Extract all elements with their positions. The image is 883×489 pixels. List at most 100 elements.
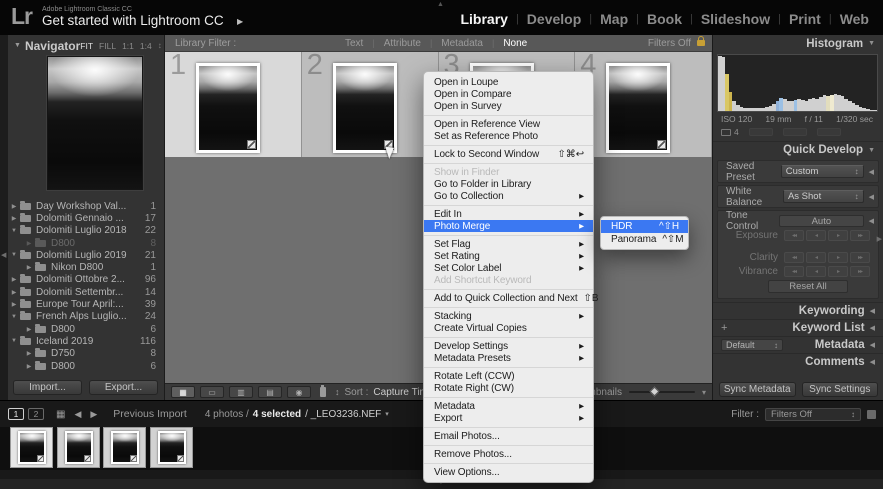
grid-view-icon[interactable]: ▦ bbox=[171, 386, 195, 398]
folder-row[interactable]: ▶ Dolomiti Settembr... 14 bbox=[8, 286, 163, 298]
menu-item-go-to-folder-in-library[interactable]: Go to Folder in Library bbox=[424, 178, 593, 190]
stepper-button[interactable]: ▸ bbox=[828, 251, 848, 263]
navigator-header[interactable]: ▼ Navigator FIT FILL 1:1 1:4 ↕ bbox=[8, 38, 163, 53]
quick-develop-collapse-icon[interactable]: ▼ bbox=[868, 147, 875, 154]
folder-disclosure-icon[interactable]: ▶ bbox=[8, 301, 20, 308]
survey-view-icon[interactable]: ▤ bbox=[258, 386, 282, 398]
menu-item-email-photos[interactable]: Email Photos... bbox=[424, 430, 593, 442]
stepper-button[interactable]: ▸▸ bbox=[850, 251, 870, 263]
zoom-mode-fill[interactable]: FILL bbox=[99, 41, 116, 51]
filter-option-metadata[interactable]: Metadata bbox=[441, 38, 483, 49]
folder-row[interactable]: ▶ D750 8 bbox=[8, 348, 163, 360]
reset-all-button[interactable]: Reset All bbox=[768, 280, 848, 293]
menu-item-create-virtual-copies[interactable]: Create Virtual Copies bbox=[424, 322, 593, 334]
identity-plate[interactable]: Get started with Lightroom CC bbox=[42, 13, 224, 28]
menu-item-open-in-compare[interactable]: Open in Compare bbox=[424, 88, 593, 100]
histogram-collapse-icon[interactable]: ▼ bbox=[868, 40, 875, 47]
export-button[interactable]: Export... bbox=[89, 380, 158, 395]
stepper-button[interactable]: ◂◂ bbox=[784, 265, 804, 277]
menu-item-view-options[interactable]: View Options... bbox=[424, 466, 593, 478]
module-print[interactable]: Print bbox=[781, 11, 829, 27]
filmstrip-lock-icon[interactable] bbox=[867, 409, 876, 419]
metadata-preset-dropdown[interactable]: Default ↕ bbox=[721, 339, 783, 351]
menu-item-panorama[interactable]: Panorama ^⇧M bbox=[601, 233, 688, 246]
histogram-header[interactable]: Histogram ▼ bbox=[713, 35, 883, 52]
menu-item-rotate-right-cw[interactable]: Rotate Right (CW) bbox=[424, 382, 593, 394]
previous-import-label[interactable]: Previous Import bbox=[113, 408, 187, 420]
menu-item-edit-in[interactable]: Edit In ▶ bbox=[424, 208, 593, 220]
zoom-mode-1:1[interactable]: 1:1 bbox=[122, 41, 134, 51]
filmstrip-thumbnail[interactable] bbox=[10, 427, 53, 468]
photo-thumbnail[interactable] bbox=[332, 63, 397, 153]
sync-metadata-button[interactable]: Sync Metadata bbox=[719, 382, 796, 397]
top-panel-collapse-icon[interactable]: ▲ bbox=[437, 1, 444, 8]
people-view-icon[interactable]: ◉ bbox=[287, 386, 311, 398]
menu-item-develop-settings[interactable]: Develop Settings ▶ bbox=[424, 340, 593, 352]
folder-row[interactable]: ▶ D800 8 bbox=[8, 237, 163, 249]
tone-control-expand-icon[interactable]: ◀ bbox=[869, 217, 874, 225]
filmstrip-thumbnail[interactable] bbox=[56, 427, 100, 468]
keyword-list-collapse-icon[interactable]: ◀ bbox=[870, 324, 875, 332]
folder-disclosure-icon[interactable]: ▶ bbox=[23, 326, 35, 333]
module-web[interactable]: Web bbox=[832, 11, 877, 27]
filter-option-attribute[interactable]: Attribute bbox=[384, 38, 421, 49]
photo-thumbnail[interactable] bbox=[196, 63, 260, 153]
filter-option-text[interactable]: Text bbox=[345, 38, 363, 49]
grid-cell-2[interactable]: 2 bbox=[301, 49, 439, 157]
stepper-button[interactable]: ▸ bbox=[828, 265, 848, 277]
folder-disclosure-icon[interactable]: ▼ bbox=[8, 252, 20, 258]
stepper-button[interactable]: ◂ bbox=[806, 251, 826, 263]
filmstrip-photo[interactable] bbox=[111, 431, 139, 464]
loupe-view-icon[interactable]: ▭ bbox=[200, 386, 224, 398]
folder-row[interactable]: ▶ D800 6 bbox=[8, 323, 163, 335]
grid-cell-4[interactable]: 4 bbox=[575, 49, 712, 157]
keywording-collapse-icon[interactable]: ◀ bbox=[870, 307, 875, 315]
folder-row[interactable]: ▶ Europe Tour April:... 39 bbox=[8, 298, 163, 310]
filmstrip-photo[interactable] bbox=[157, 431, 186, 464]
stepper-button[interactable]: ◂◂ bbox=[784, 229, 804, 241]
menu-item-metadata-presets[interactable]: Metadata Presets ▶ bbox=[424, 352, 593, 364]
menu-item-stacking[interactable]: Stacking ▶ bbox=[424, 310, 593, 322]
stepper-button[interactable]: ▸ bbox=[828, 229, 848, 241]
left-panel-collapse-icon[interactable]: ◀ bbox=[1, 251, 6, 259]
folder-row[interactable]: ▶ Dolomiti Gennaio ... 17 bbox=[8, 212, 163, 224]
folder-row[interactable]: ▶ Day Workshop Val... 1 bbox=[8, 200, 163, 212]
sort-direction-icon[interactable]: ↕ bbox=[335, 387, 340, 397]
folder-row[interactable]: ▼ French Alps Luglio... 24 bbox=[8, 311, 163, 323]
white-balance-expand-icon[interactable]: ◀ bbox=[869, 193, 874, 201]
zoom-mode-fit[interactable]: FIT bbox=[80, 41, 93, 51]
menu-item-open-in-reference-view[interactable]: Open in Reference View bbox=[424, 118, 593, 130]
white-balance-dropdown[interactable]: As Shot ↕ bbox=[782, 190, 864, 203]
menu-item-open-in-survey[interactable]: Open in Survey bbox=[424, 100, 593, 112]
folder-disclosure-icon[interactable]: ▶ bbox=[23, 350, 35, 357]
folder-disclosure-icon[interactable]: ▶ bbox=[8, 276, 20, 283]
folder-disclosure-icon[interactable]: ▶ bbox=[23, 264, 35, 271]
stepper-button[interactable]: ◂◂ bbox=[784, 251, 804, 263]
menu-item-export[interactable]: Export ▶ bbox=[424, 412, 593, 424]
navigator-preview[interactable] bbox=[47, 56, 143, 190]
filmstrip-photo[interactable] bbox=[64, 431, 93, 464]
compare-view-icon[interactable]: ▥ bbox=[229, 386, 253, 398]
zoom-mode-1:4[interactable]: 1:4 bbox=[140, 41, 152, 51]
sync-settings-button[interactable]: Sync Settings bbox=[801, 382, 878, 397]
grid-cell-1[interactable]: 1 bbox=[165, 49, 302, 157]
menu-item-set-rating[interactable]: Set Rating ▶ bbox=[424, 250, 593, 262]
thumbnail-size-slider[interactable] bbox=[628, 386, 695, 397]
folder-disclosure-icon[interactable]: ▼ bbox=[8, 338, 20, 344]
filter-lock-icon[interactable] bbox=[697, 36, 705, 46]
menu-item-metadata[interactable]: Metadata ▶ bbox=[424, 400, 593, 412]
menu-item-set-flag[interactable]: Set Flag ▶ bbox=[424, 238, 593, 250]
metadata-header[interactable]: Default ↕ Metadata ◀ bbox=[713, 336, 883, 353]
menu-item-set-color-label[interactable]: Set Color Label ▶ bbox=[424, 262, 593, 274]
menu-item-set-as-reference-photo[interactable]: Set as Reference Photo bbox=[424, 130, 593, 142]
folder-row[interactable]: ▼ Dolomiti Luglio 2019 21 bbox=[8, 249, 163, 261]
folder-disclosure-icon[interactable]: ▶ bbox=[23, 363, 35, 370]
photo-thumbnail[interactable] bbox=[606, 63, 671, 153]
add-keyword-icon[interactable]: + bbox=[721, 322, 727, 334]
folder-disclosure-icon[interactable]: ▼ bbox=[8, 314, 20, 320]
filmstrip-thumbnail[interactable] bbox=[103, 427, 146, 468]
previous-photo-icon[interactable]: ◀ bbox=[74, 409, 81, 420]
filter-option-none[interactable]: None bbox=[503, 38, 527, 49]
comments-collapse-icon[interactable]: ◀ bbox=[870, 358, 875, 366]
menu-item-add-to-quick-collection-and-next[interactable]: Add to Quick Collection and Next ⇧B bbox=[424, 292, 599, 304]
